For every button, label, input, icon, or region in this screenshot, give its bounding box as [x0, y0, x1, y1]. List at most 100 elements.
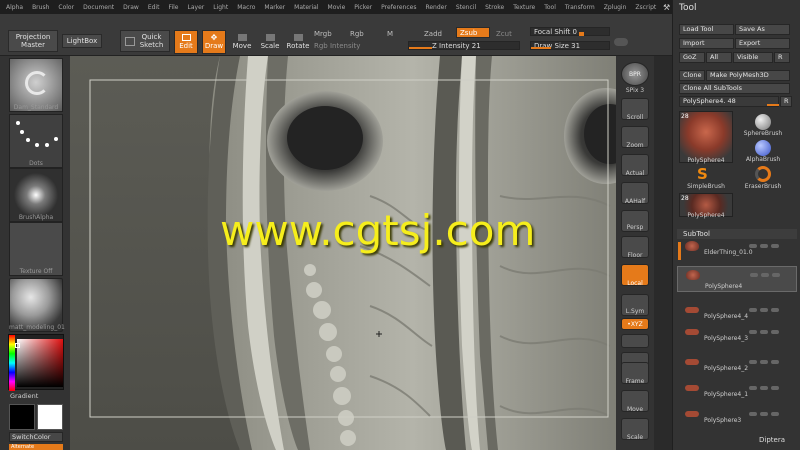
canvas-viewport[interactable]: www.cgtsj.com	[70, 56, 616, 450]
menu-item-movie[interactable]: Movie	[328, 4, 346, 11]
subtool-toggles[interactable]	[750, 271, 798, 277]
rgb-intensity-slider[interactable]: Rgb Intensity	[314, 42, 360, 50]
make-polymesh3d-button[interactable]: Make PolyMesh3D	[706, 70, 790, 81]
subtool-toggles[interactable]	[749, 384, 797, 390]
rotate-axis-button[interactable]	[621, 334, 649, 348]
switch-color-button[interactable]: SwitchColor	[9, 432, 63, 442]
menu-item-macro[interactable]: Macro	[237, 4, 255, 11]
rgb-button[interactable]: Rgb	[350, 30, 364, 38]
menu-item-preferences[interactable]: Preferences	[381, 4, 416, 11]
menu-item-stencil[interactable]: Stencil	[456, 4, 476, 11]
persp-label: Persp	[626, 224, 644, 231]
subtool-row-selected[interactable]: PolySphere4	[677, 266, 797, 292]
eraserbrush-icon[interactable]	[755, 166, 771, 182]
subtool-row[interactable]: PolySphere4_3	[677, 326, 797, 344]
subtool-toggles[interactable]	[749, 410, 797, 416]
goz-visible-button[interactable]: Visible	[733, 52, 773, 63]
menu-item-file[interactable]: File	[168, 4, 178, 11]
goz-r-button[interactable]: R	[774, 52, 790, 63]
clone-all-subtools-button[interactable]: Clone All SubTools	[679, 83, 790, 94]
secondary-color-swatch[interactable]	[37, 404, 63, 430]
subtool-worm-icon	[685, 411, 699, 417]
z-intensity-slider[interactable]: Z Intensity 21	[408, 41, 520, 50]
subtool-name: PolySphere4_3	[704, 335, 749, 342]
menu-item-zscript[interactable]: Zscript	[635, 4, 656, 11]
alphabrush-icon[interactable]	[755, 140, 771, 156]
quick-sketch-button[interactable]: Quick Sketch	[120, 30, 170, 52]
subtool-row[interactable]: ElderThing_01.0	[677, 240, 797, 258]
subtool-row[interactable]: PolySphere4_2	[677, 356, 797, 374]
gradient-label[interactable]: Gradient	[10, 392, 38, 400]
menu-item-brush[interactable]: Brush	[32, 4, 49, 11]
tool-palette-title: Tool	[679, 3, 697, 13]
import-button[interactable]: Import	[679, 38, 734, 49]
menu-item-marker[interactable]: Marker	[264, 4, 285, 11]
menu-item-document[interactable]: Document	[83, 4, 114, 11]
move-icon	[237, 34, 247, 41]
menu-item-tool[interactable]: Tool	[544, 4, 556, 11]
menu-item-picker[interactable]: Picker	[354, 4, 372, 11]
menu-item-texture[interactable]: Texture	[513, 4, 535, 11]
move-button[interactable]: Move	[230, 30, 254, 54]
tray-divider[interactable]	[654, 56, 672, 450]
export-button[interactable]: Export	[735, 38, 790, 49]
zsub-button[interactable]: Zsub	[456, 27, 490, 38]
dot-icon	[20, 130, 24, 134]
menu-item-transform[interactable]: Transform	[565, 4, 595, 11]
menu-item-light[interactable]: Light	[213, 4, 228, 11]
rotate-button[interactable]: Rotate	[286, 30, 310, 54]
zoom-label: Zoom	[626, 142, 644, 149]
scale-button[interactable]: Scale	[258, 30, 282, 54]
current-tool-r-button[interactable]: R	[780, 96, 792, 107]
zadd-button[interactable]: Zadd	[424, 30, 442, 38]
dot-icon	[26, 138, 30, 142]
subtool-worm-icon	[685, 385, 699, 391]
focal-shift-slider[interactable]: Focal Shift 0	[530, 27, 610, 36]
menu-item-alpha[interactable]: Alpha	[6, 4, 23, 11]
saturation-square[interactable]	[17, 339, 63, 387]
subtool-header[interactable]: SubTool	[677, 229, 797, 239]
subtool-row[interactable]: PolySphere4_1	[677, 382, 797, 400]
menu-item-material[interactable]: Material	[294, 4, 318, 11]
texture-label: Texture Off	[19, 268, 53, 275]
draw-size-slider[interactable]: Draw Size 31	[530, 41, 610, 50]
focal-shift-value: 0	[572, 28, 577, 36]
m-button[interactable]: M	[387, 30, 393, 38]
subtool-toggles[interactable]	[749, 328, 797, 334]
subtool-toggles[interactable]	[749, 242, 797, 248]
tool-thumb-count-2: 28	[681, 195, 689, 202]
spherebrush-icon[interactable]	[755, 114, 771, 130]
dynamic-toggle[interactable]	[614, 38, 628, 46]
subtool-row[interactable]: PolySphere3	[677, 408, 797, 426]
focal-shift-knob[interactable]	[579, 32, 584, 36]
edit-button[interactable]: Edit	[174, 30, 198, 54]
menu-item-color[interactable]: Color	[58, 4, 74, 11]
main-color-swatch[interactable]	[9, 404, 35, 430]
goz-button[interactable]: GoZ	[679, 52, 705, 63]
subtool-row[interactable]: PolySphere4_4	[677, 304, 797, 322]
actual-label: Actual	[625, 170, 645, 177]
subtool-toggles[interactable]	[749, 306, 797, 312]
lightbox-button[interactable]: LightBox	[62, 34, 102, 48]
menu-item-draw[interactable]: Draw	[123, 4, 139, 11]
color-picker[interactable]	[8, 334, 64, 391]
current-tool-slider[interactable]: PolySphere4. 48	[679, 96, 779, 107]
mrgb-button[interactable]: Mrgb	[314, 30, 332, 38]
projection-master-button[interactable]: Projection Master	[8, 30, 58, 52]
subtool-toggles[interactable]	[749, 358, 797, 364]
spix-control[interactable]: SPix 3	[616, 87, 654, 94]
menu-item-render[interactable]: Render	[425, 4, 446, 11]
draw-button[interactable]: ✥ Draw	[202, 30, 226, 54]
menu-item-stroke[interactable]: Stroke	[485, 4, 504, 11]
menu-item-layer[interactable]: Layer	[188, 4, 205, 11]
menu-item-edit[interactable]: Edit	[148, 4, 160, 11]
load-tool-button[interactable]: Load Tool	[679, 24, 734, 35]
simplebrush-icon[interactable]: S	[697, 166, 708, 182]
zcut-button[interactable]: Zcut	[496, 30, 512, 38]
menu-item-zplugin[interactable]: Zplugin	[604, 4, 627, 11]
subtool-name: PolySphere4_1	[704, 391, 749, 398]
save-as-button[interactable]: Save As	[735, 24, 790, 35]
alternate-button[interactable]: Alternate	[9, 444, 63, 450]
goz-all-button[interactable]: All	[706, 52, 732, 63]
clone-button[interactable]: Clone	[679, 70, 705, 81]
